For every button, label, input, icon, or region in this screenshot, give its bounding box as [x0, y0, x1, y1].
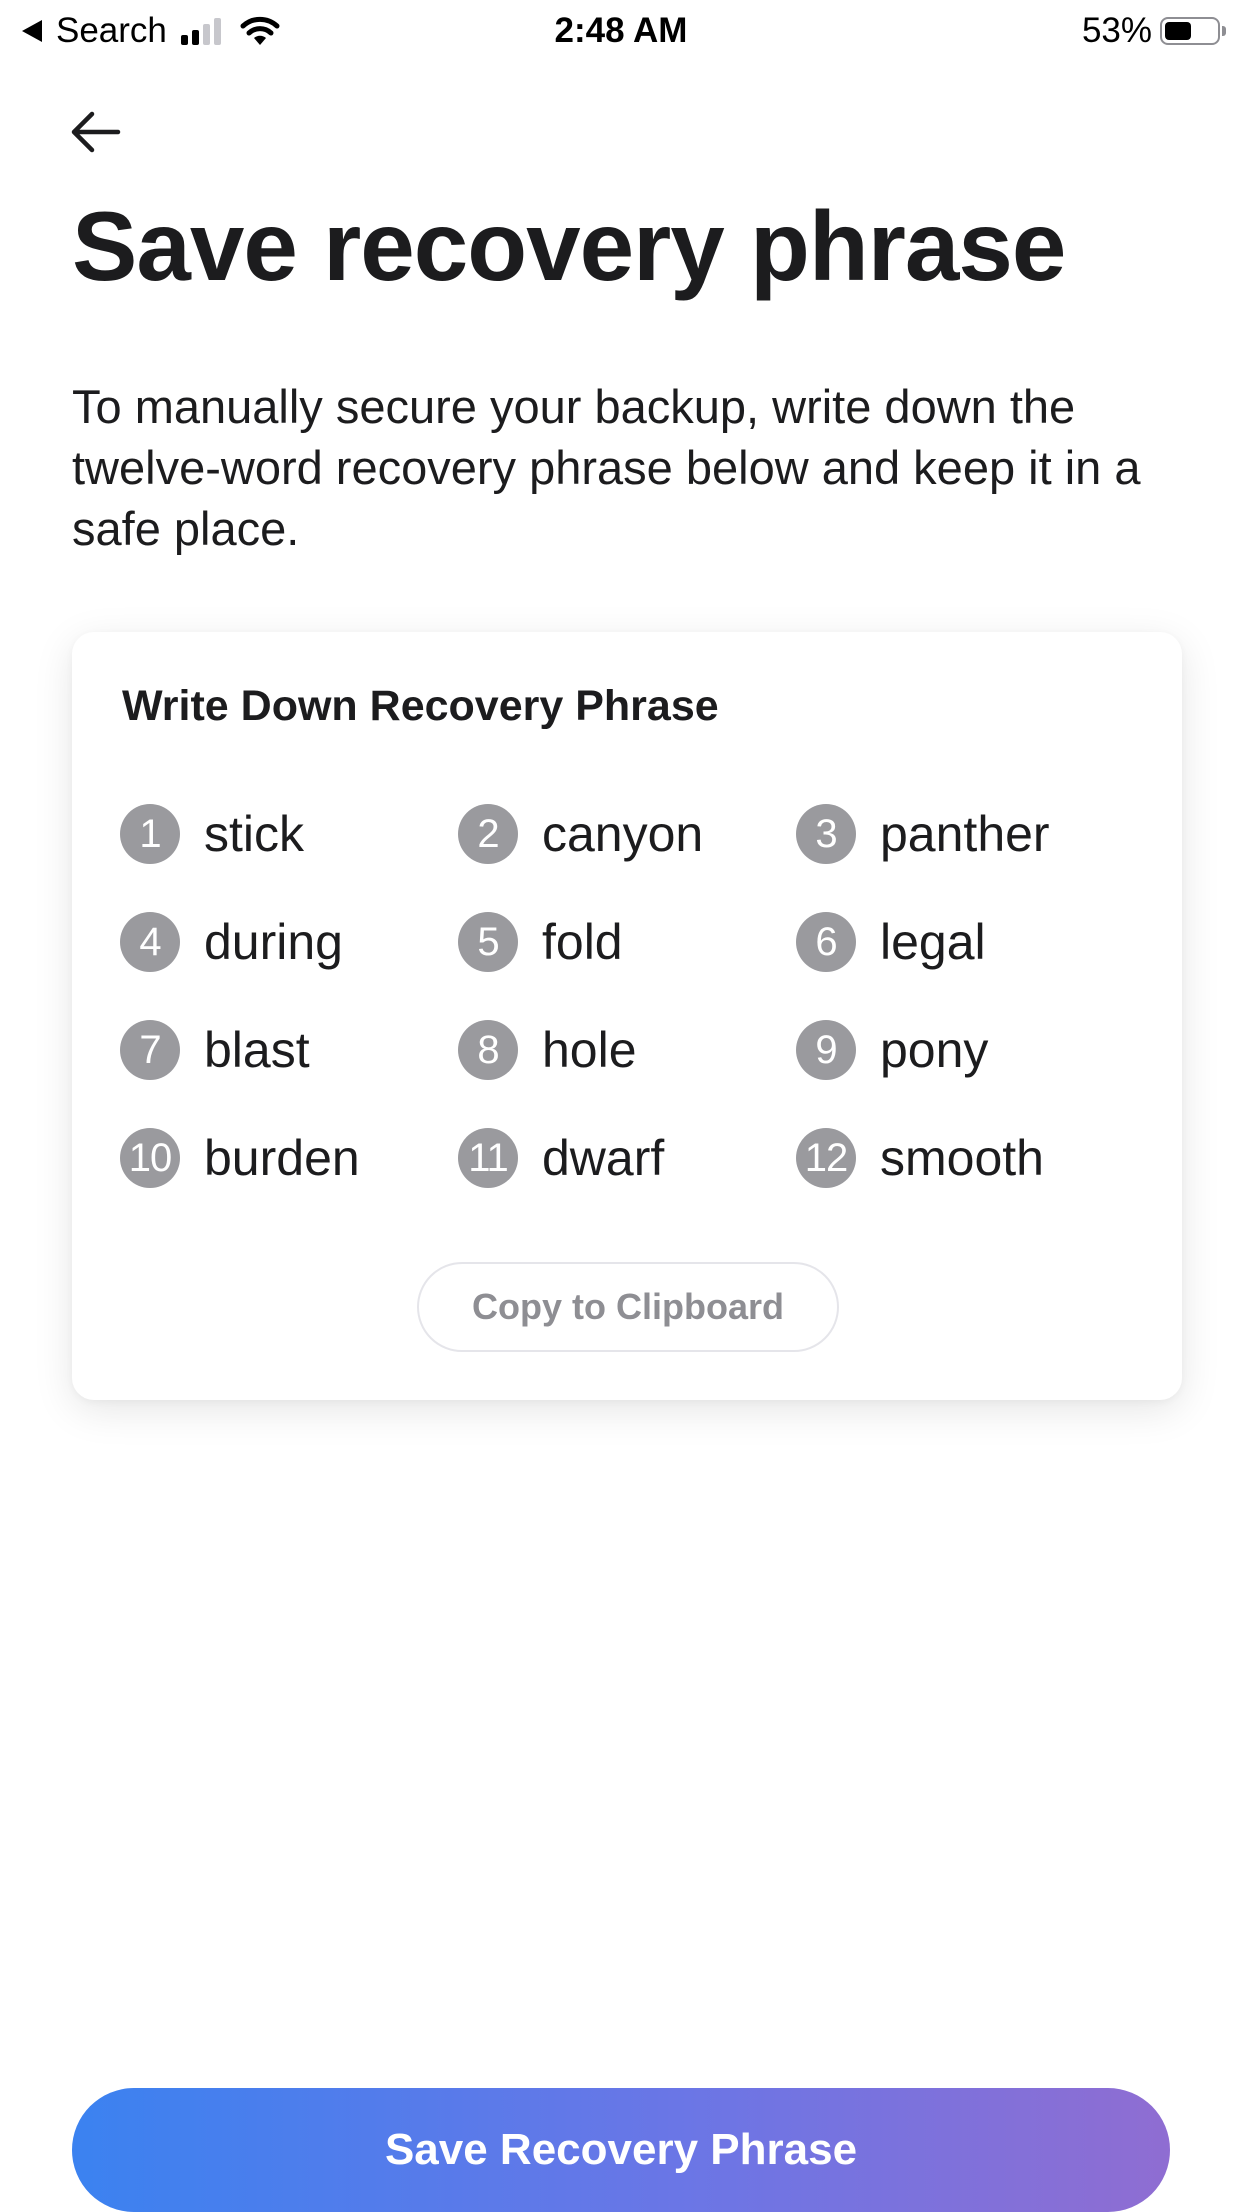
word-number-badge: 8 [458, 1020, 518, 1080]
recovery-word: legal [880, 914, 986, 970]
word-number-badge: 9 [796, 1020, 856, 1080]
word-number-badge: 4 [120, 912, 180, 972]
back-button[interactable] [64, 100, 128, 164]
recovery-word-grid: 1 stick 2 canyon 3 panther 4 during 5 fold 6 legal 7… [120, 804, 1140, 1236]
battery-icon [1160, 17, 1220, 45]
recovery-word-item: 1 stick [120, 804, 458, 864]
save-button-label: Save Recovery Phrase [384, 2125, 858, 2174]
arrow-left-icon [71, 111, 121, 153]
recovery-word: dwarf [542, 1130, 665, 1186]
recovery-word: pony [880, 1022, 989, 1078]
word-number-badge: 10 [120, 1128, 180, 1188]
recovery-word: hole [542, 1022, 637, 1078]
recovery-word-item: 11 dwarf [458, 1128, 796, 1188]
recovery-word: fold [542, 914, 623, 970]
card-title: Write Down Recovery Phrase [122, 682, 719, 730]
recovery-word: during [204, 914, 343, 970]
recovery-word-item: 10 burden [120, 1128, 458, 1188]
word-number-badge: 5 [458, 912, 518, 972]
word-number-badge: 12 [796, 1128, 856, 1188]
recovery-word-item: 12 smooth [796, 1128, 1134, 1188]
recovery-word: burden [204, 1130, 360, 1186]
recovery-word: smooth [880, 1130, 1044, 1186]
recovery-phrase-card: Write Down Recovery Phrase 1 stick 2 canyon… [72, 632, 1182, 1400]
word-number-badge: 7 [120, 1020, 180, 1080]
word-number-badge: 3 [796, 804, 856, 864]
save-recovery-phrase-button[interactable]: Save Recovery Phrase [72, 2088, 1170, 2212]
page-description: To manually secure your backup, write do… [72, 380, 1141, 555]
recovery-word-item: 5 fold [458, 912, 796, 972]
word-number-badge: 1 [120, 804, 180, 864]
recovery-word-item: 2 canyon [458, 804, 796, 864]
word-number-badge: 2 [458, 804, 518, 864]
battery-status: 53% [1082, 8, 1226, 54]
status-time: 2:48 AM [554, 11, 688, 50]
recovery-word: canyon [542, 806, 704, 862]
battery-percent: 53% [1081, 11, 1152, 50]
battery-fill [1165, 22, 1191, 40]
word-number-badge: 11 [458, 1128, 518, 1188]
recovery-word: stick [204, 806, 304, 862]
status-bar: Search 2:48 AM 53% [0, 0, 1242, 62]
recovery-word-item: 8 hole [458, 1020, 796, 1080]
recovery-word-item: 6 legal [796, 912, 1134, 972]
copy-to-clipboard-button[interactable]: Copy to Clipboard [417, 1262, 839, 1352]
recovery-word-item: 7 blast [120, 1020, 458, 1080]
recovery-word-item: 9 pony [796, 1020, 1134, 1080]
word-number-badge: 6 [796, 912, 856, 972]
recovery-word-item: 4 during [120, 912, 458, 972]
battery-cap [1222, 26, 1226, 36]
recovery-word: panther [880, 806, 1050, 862]
recovery-word-item: 3 panther [796, 804, 1134, 864]
recovery-word: blast [204, 1022, 310, 1078]
page-title: Save recovery phrase [72, 191, 1066, 301]
